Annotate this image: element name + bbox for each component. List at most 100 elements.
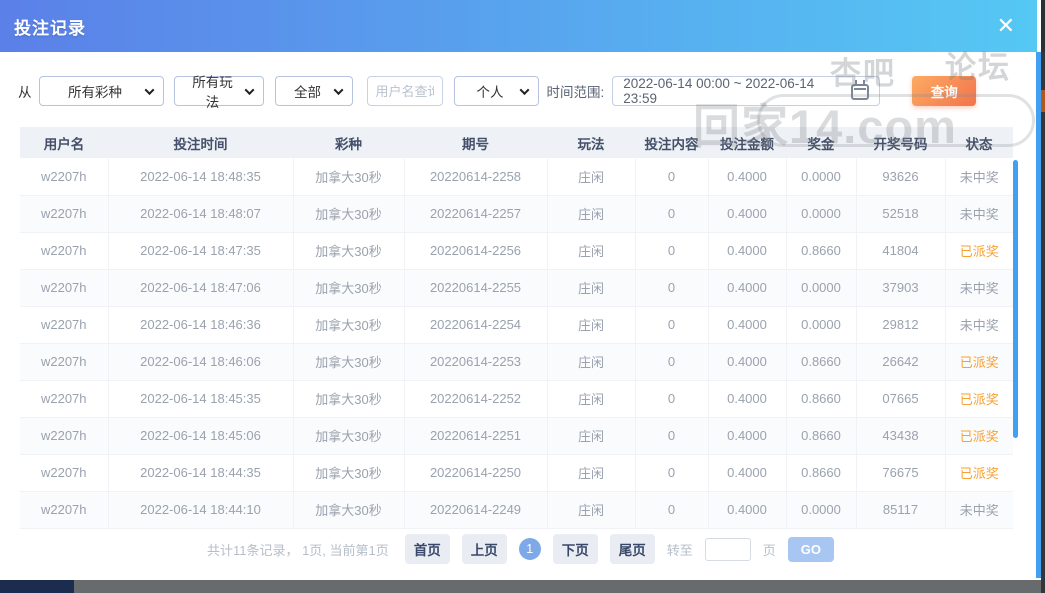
column-header-content: 投注内容	[635, 127, 708, 158]
dialog-scrollbar[interactable]	[1036, 52, 1041, 578]
cell-status: 已派奖	[944, 380, 1013, 418]
cell-content: 0	[634, 343, 708, 381]
cell-play: 庄闲	[546, 306, 635, 344]
dialog-titlebar: 投注记录 ✕	[0, 0, 1037, 52]
cell-content: 0	[634, 380, 708, 418]
goto-page-input[interactable]	[704, 537, 751, 561]
cell-content: 0	[634, 269, 708, 307]
cell-amount: 0.4000	[707, 491, 786, 529]
betting-records-dialog: 投注记录 ✕ 从 所有彩种 所有玩法 全部 个人 时间范围:	[0, 0, 1045, 593]
lottery-type-select[interactable]: 所有彩种	[38, 76, 164, 106]
table-body: w2207h 2022-06-14 18:48:35 加拿大30秒 20220614-…	[20, 158, 1013, 529]
cell-content: 0	[634, 454, 708, 492]
next-page-button[interactable]: 下页	[552, 534, 598, 564]
chevron-down-icon	[333, 84, 343, 95]
table-row: w2207h 2022-06-14 18:46:06 加拿大30秒 20220614-…	[20, 343, 1013, 381]
column-header-play: 玩法	[547, 127, 635, 158]
first-page-button[interactable]: 首页	[404, 534, 450, 564]
username-input[interactable]	[366, 76, 443, 106]
cell-issue: 20220614-2256	[403, 232, 547, 270]
cell-amount: 0.4000	[707, 380, 786, 418]
table-scrollbar-thumb[interactable]	[1013, 160, 1018, 438]
table-row: w2207h 2022-06-14 18:46:36 加拿大30秒 20220614-…	[20, 306, 1013, 344]
close-icon[interactable]: ✕	[997, 12, 1015, 40]
cell-username: w2207h	[20, 232, 108, 270]
cell-prize: 0.8660	[785, 232, 856, 270]
cell-content: 0	[634, 491, 708, 529]
cell-lottery: 加拿大30秒	[292, 343, 404, 381]
cell-status: 未中奖	[944, 269, 1013, 307]
cell-issue: 20220614-2250	[403, 454, 547, 492]
from-label: 从	[18, 85, 32, 100]
current-page-badge: 1	[518, 538, 541, 560]
cell-username: w2207h	[20, 491, 108, 529]
cell-status: 未中奖	[944, 158, 1013, 196]
cell-numbers: 29812	[855, 306, 945, 344]
table-header-row: 用户名 投注时间 彩种 期号 玩法 投注内容 投注金额 奖金 开奖号码 状态	[20, 127, 1013, 158]
cell-prize: 0.0000	[785, 306, 856, 344]
cell-status: 已派奖	[944, 343, 1013, 381]
cell-username: w2207h	[20, 380, 108, 418]
background-orange-fragment	[1041, 90, 1045, 112]
cell-play: 庄闲	[546, 380, 635, 418]
go-button[interactable]: GO	[787, 536, 835, 562]
cell-bet-time: 2022-06-14 18:44:35	[107, 454, 293, 492]
cell-bet-time: 2022-06-14 18:44:10	[107, 491, 293, 529]
cell-lottery: 加拿大30秒	[292, 380, 404, 418]
cell-amount: 0.4000	[707, 195, 786, 233]
cell-lottery: 加拿大30秒	[292, 306, 404, 344]
cell-issue: 20220614-2253	[403, 343, 547, 381]
table-row: w2207h 2022-06-14 18:45:06 加拿大30秒 20220614-…	[20, 417, 1013, 455]
cell-amount: 0.4000	[707, 306, 786, 344]
table-row: w2207h 2022-06-14 18:48:35 加拿大30秒 20220614-…	[20, 158, 1013, 196]
cell-bet-time: 2022-06-14 18:45:06	[107, 417, 293, 455]
chevron-down-icon	[144, 84, 154, 95]
pagination-summary: 共计11条记录， 1页, 当前第1页	[206, 542, 389, 558]
cell-lottery: 加拿大30秒	[292, 232, 404, 270]
cell-username: w2207h	[20, 343, 108, 381]
cell-amount: 0.4000	[707, 269, 786, 307]
cell-play: 庄闲	[546, 491, 635, 529]
column-header-numbers: 开奖号码	[856, 127, 945, 158]
background-navy-fragment	[0, 580, 74, 593]
cell-issue: 20220614-2255	[403, 269, 547, 307]
status-filter-select[interactable]: 全部	[274, 76, 353, 106]
cell-status: 未中奖	[944, 306, 1013, 344]
cell-prize: 0.8660	[785, 454, 856, 492]
cell-lottery: 加拿大30秒	[292, 491, 404, 529]
calendar-icon	[851, 80, 870, 100]
cell-lottery: 加拿大30秒	[292, 195, 404, 233]
page-background-bottom	[0, 580, 1041, 593]
table-row: w2207h 2022-06-14 18:47:35 加拿大30秒 20220614-…	[20, 232, 1013, 270]
last-page-button[interactable]: 尾页	[609, 534, 655, 564]
query-button[interactable]: 查询	[912, 76, 977, 106]
column-header-username: 用户名	[20, 127, 108, 158]
table-row: w2207h 2022-06-14 18:44:35 加拿大30秒 20220614-…	[20, 454, 1013, 492]
time-range-input[interactable]: 2022-06-14 00:00 ~ 2022-06-14 23:59	[612, 76, 881, 106]
play-type-value: 所有玩法	[192, 75, 233, 110]
cell-issue: 20220614-2254	[403, 306, 547, 344]
cell-amount: 0.4000	[707, 454, 786, 492]
cell-username: w2207h	[20, 269, 108, 307]
cell-lottery: 加拿大30秒	[292, 454, 404, 492]
scope-select[interactable]: 个人	[453, 76, 539, 106]
cell-prize: 0.8660	[785, 417, 856, 455]
play-type-select[interactable]: 所有玩法	[173, 75, 264, 110]
prev-page-button[interactable]: 上页	[461, 534, 507, 564]
records-table: 用户名 投注时间 彩种 期号 玩法 投注内容 投注金额 奖金 开奖号码 状态 w2207h 2022…	[20, 127, 1013, 529]
cell-status: 未中奖	[944, 195, 1013, 233]
cell-prize: 0.0000	[785, 158, 856, 196]
dialog-panel: 投注记录 ✕ 从 所有彩种 所有玩法 全部 个人 时间范围:	[0, 0, 1041, 580]
cell-bet-time: 2022-06-14 18:47:06	[107, 269, 293, 307]
table-row: w2207h 2022-06-14 18:44:10 加拿大30秒 20220614-…	[20, 491, 1013, 529]
column-header-issue: 期号	[404, 127, 547, 158]
table-row: w2207h 2022-06-14 18:45:35 加拿大30秒 20220614-…	[20, 380, 1013, 418]
cell-numbers: 52518	[855, 195, 945, 233]
cell-issue: 20220614-2258	[403, 158, 547, 196]
cell-content: 0	[634, 158, 708, 196]
page-unit-label: 页	[762, 542, 776, 558]
column-header-prize: 奖金	[786, 127, 856, 158]
cell-username: w2207h	[20, 417, 108, 455]
cell-issue: 20220614-2257	[403, 195, 547, 233]
cell-play: 庄闲	[546, 158, 635, 196]
